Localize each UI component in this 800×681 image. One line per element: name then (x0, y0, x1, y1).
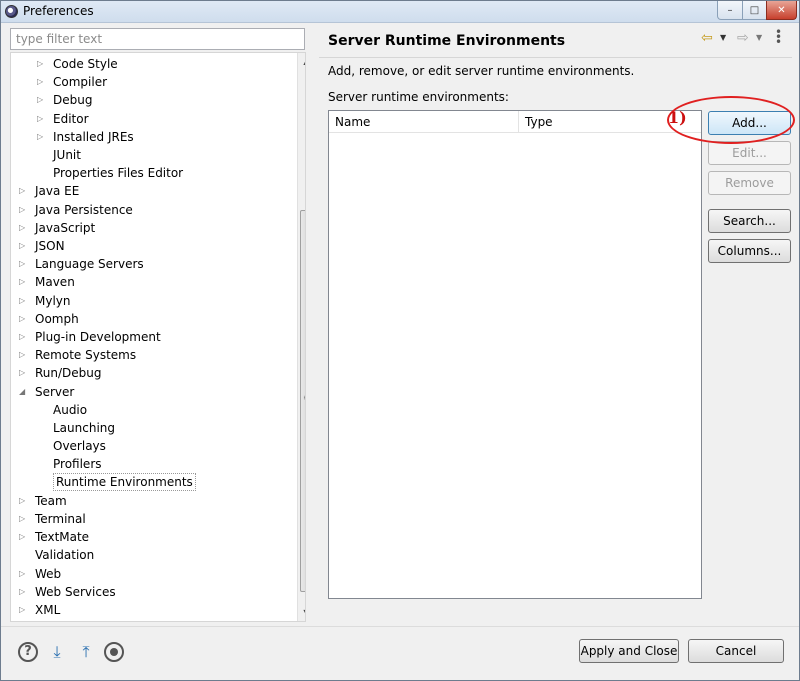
collapsed-arrow-icon[interactable]: ▷ (19, 201, 29, 219)
tree-item-label: Profilers (53, 457, 102, 472)
preferences-window: Preferences – □ ✕ type filter text ▲ ≡ ▼… (0, 0, 800, 681)
edit-button[interactable]: Edit... (708, 141, 791, 165)
minimize-button[interactable]: – (717, 1, 743, 20)
collapsed-arrow-icon[interactable]: ▷ (19, 492, 29, 510)
tree-item-label: Java EE (35, 184, 80, 199)
import-icon[interactable]: ⤓ (47, 642, 67, 662)
preferences-tree: ▲ ≡ ▼ ▷ Code Style ▷ Compiler ▷ Debug ▷ Editor ▷… (10, 52, 306, 622)
tree-item-label: Overlays (53, 439, 106, 454)
annotation-label: 1) (668, 108, 687, 127)
page-description: Add, remove, or edit server runtime envi… (328, 64, 635, 78)
tree-item-label: Web (35, 566, 62, 581)
footer-divider (1, 626, 799, 627)
collapsed-arrow-icon[interactable]: ▷ (19, 364, 29, 382)
tree-item-label: Launching (53, 421, 116, 435)
maximize-button[interactable]: □ (742, 1, 767, 20)
search-button[interactable]: Search... (708, 209, 791, 233)
export-icon[interactable]: ⤒ (76, 642, 96, 662)
tree-item-label: Validation (35, 548, 95, 563)
remove-button[interactable]: Remove (708, 171, 791, 195)
page-header: Server Runtime Environments ⇦ ▼ ⇨ ▼ • • • (319, 26, 792, 58)
collapsed-arrow-icon[interactable]: ▷ (19, 328, 29, 346)
scroll-up-icon[interactable]: ▲ (298, 53, 305, 70)
collapsed-arrow-icon[interactable]: ▷ (37, 73, 47, 91)
tree-item-label: Terminal (35, 512, 86, 526)
collapsed-arrow-icon[interactable]: ▷ (37, 128, 47, 146)
title-bar[interactable]: Preferences – □ ✕ (1, 1, 799, 23)
collapsed-arrow-icon[interactable]: ▷ (19, 237, 29, 255)
back-arrow-icon[interactable]: ⇦ (701, 30, 713, 46)
filter-input[interactable]: type filter text (10, 28, 305, 50)
tree-item-label: Maven (35, 275, 75, 290)
collapsed-arrow-icon[interactable]: ▷ (19, 292, 29, 310)
back-dropdown-icon[interactable]: ▼ (720, 33, 726, 42)
apply-and-close-button[interactable]: Apply and Close (579, 639, 679, 663)
view-menu-icon[interactable]: • • • (775, 26, 782, 48)
tree-item-selected-label: Runtime Environments (53, 472, 196, 491)
collapsed-arrow-icon[interactable]: ▷ (37, 91, 47, 109)
collapsed-arrow-icon[interactable]: ▷ (37, 110, 47, 128)
tree-item-label: Properties Files Editor (53, 166, 184, 181)
collapsed-arrow-icon[interactable]: ▷ (19, 583, 29, 601)
tree-item-label: Debug (53, 93, 93, 108)
tree-item-label: TextMate (35, 530, 90, 545)
tree-item-label: XML (35, 603, 61, 617)
tree-item-label: Java Persistence (35, 202, 133, 217)
tree-item-label: Oomph (35, 311, 79, 326)
record-icon[interactable] (104, 642, 124, 662)
collapsed-arrow-icon[interactable]: ▷ (37, 55, 47, 73)
tree-item-label: Installed JREs (53, 129, 134, 144)
grip-icon: ≡ (303, 394, 305, 402)
collapsed-arrow-icon[interactable]: ▷ (19, 310, 29, 328)
tree-item-label: Team (35, 493, 67, 508)
tree-item-label: Audio (53, 402, 88, 417)
tree-item-label: Mylyn (35, 293, 71, 308)
tree-item-label: Language Servers (35, 257, 144, 272)
tree-item-label: JSON (35, 239, 65, 253)
scroll-down-icon[interactable]: ▼ (298, 604, 305, 621)
collapsed-arrow-icon[interactable]: ▷ (19, 219, 29, 237)
tree-item-label: Remote Systems (35, 348, 137, 363)
forward-arrow-icon[interactable]: ⇨ (737, 30, 749, 46)
collapsed-arrow-icon[interactable]: ▷ (19, 273, 29, 291)
tree-scrollbar[interactable]: ▲ ≡ ▼ (297, 53, 305, 621)
runtime-table[interactable]: Name Type (328, 110, 702, 599)
forward-dropdown-icon[interactable]: ▼ (756, 33, 762, 42)
collapsed-arrow-icon[interactable]: ▷ (19, 182, 29, 200)
tree-item-label: Code Style (53, 57, 118, 71)
columns-button[interactable]: Columns... (708, 239, 791, 263)
help-icon[interactable]: ? (18, 642, 38, 662)
collapsed-arrow-icon[interactable]: ▷ (19, 346, 29, 364)
collapsed-arrow-icon[interactable]: ▷ (19, 601, 29, 619)
page-title: Server Runtime Environments (328, 33, 566, 49)
tree-item-label: Run/Debug (35, 366, 102, 381)
tree-item-label: JUnit (53, 148, 81, 162)
collapsed-arrow-icon[interactable]: ▷ (19, 255, 29, 273)
close-button[interactable]: ✕ (766, 1, 797, 20)
tree-item-label: Plug-in Development (35, 330, 161, 344)
eclipse-icon (5, 5, 18, 18)
tree-item-label: Compiler (53, 75, 108, 90)
collapsed-arrow-icon[interactable]: ▷ (19, 565, 29, 583)
collapsed-arrow-icon[interactable]: ▷ (19, 528, 29, 546)
list-label: Server runtime environments: (328, 90, 509, 104)
scroll-thumb[interactable]: ≡ (300, 210, 305, 592)
expanded-arrow-icon[interactable]: ◢ (19, 383, 29, 401)
tree-item-label: Editor (53, 111, 89, 126)
column-header-name[interactable]: Name (329, 111, 519, 133)
tree-item-label: Web Services (35, 584, 116, 599)
cancel-button[interactable]: Cancel (688, 639, 784, 663)
collapsed-arrow-icon[interactable]: ▷ (19, 510, 29, 528)
tree-item-label: JavaScript (35, 220, 96, 235)
window-title: Preferences (23, 4, 94, 18)
tree-item-label: Server (35, 384, 75, 399)
